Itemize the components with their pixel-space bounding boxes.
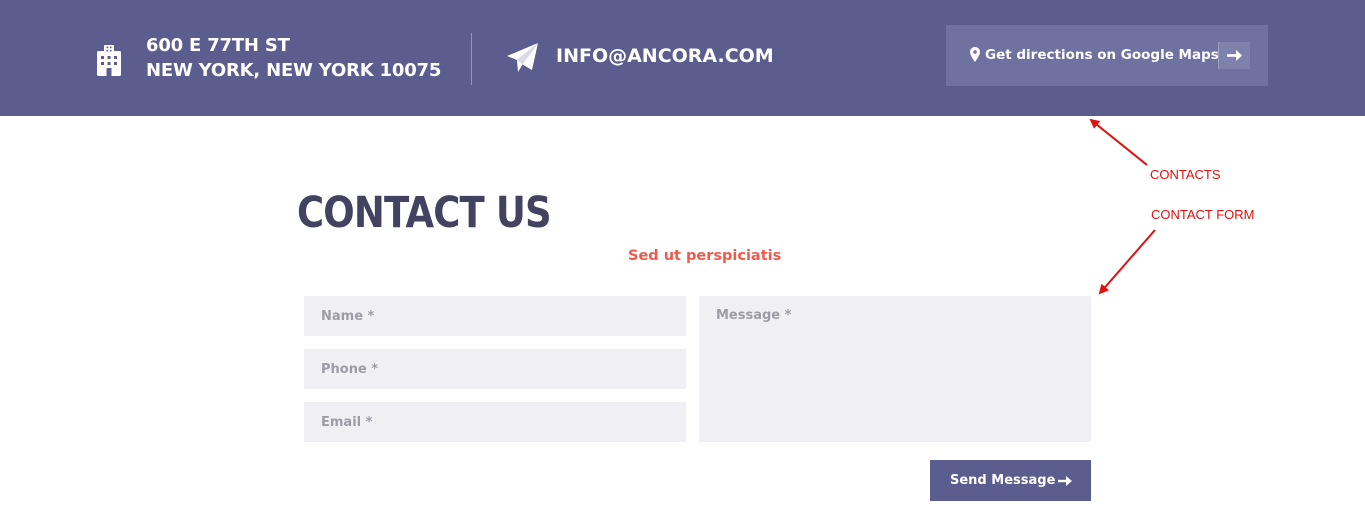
paper-plane-icon	[507, 43, 538, 72]
map-pin-icon	[970, 47, 980, 62]
address-line-1: 600 E 77TH ST	[146, 35, 290, 56]
arrow-right-icon	[1058, 476, 1072, 486]
contact-form-annotation: CONTACT FORM	[1151, 207, 1255, 222]
address-line-2: NEW YORK, NEW YORK 10075	[146, 60, 442, 81]
page-subtitle: Sed ut perspiciatis	[628, 248, 782, 264]
email-field[interactable]	[304, 402, 686, 442]
arrow-right-icon	[1227, 50, 1242, 61]
building-icon	[97, 45, 121, 76]
send-message-button[interactable]: Send Message	[930, 460, 1091, 501]
email-link[interactable]: INFO@ANCORA.COM	[556, 43, 774, 69]
send-button-label: Send Message	[950, 473, 1056, 488]
message-field[interactable]	[699, 296, 1091, 442]
address: 600 E 77TH ST NEW YORK, NEW YORK 10075	[146, 33, 441, 83]
phone-field[interactable]	[304, 349, 686, 389]
maps-button-label: Get directions on Google Maps	[985, 47, 1219, 63]
maps-arrow	[1218, 42, 1250, 69]
contacts-annotation-arrow	[1089, 118, 1148, 166]
contact-form-annotation-arrow	[1098, 229, 1156, 295]
contact-info-bar: 600 E 77TH ST NEW YORK, NEW YORK 10075 I…	[0, 0, 1365, 116]
google-maps-directions-button[interactable]: Get directions on Google Maps	[946, 25, 1268, 86]
contacts-annotation: CONTACTS	[1150, 167, 1221, 182]
page-title: CONTACT US	[297, 188, 552, 238]
name-field[interactable]	[304, 296, 686, 336]
divider	[471, 33, 472, 85]
